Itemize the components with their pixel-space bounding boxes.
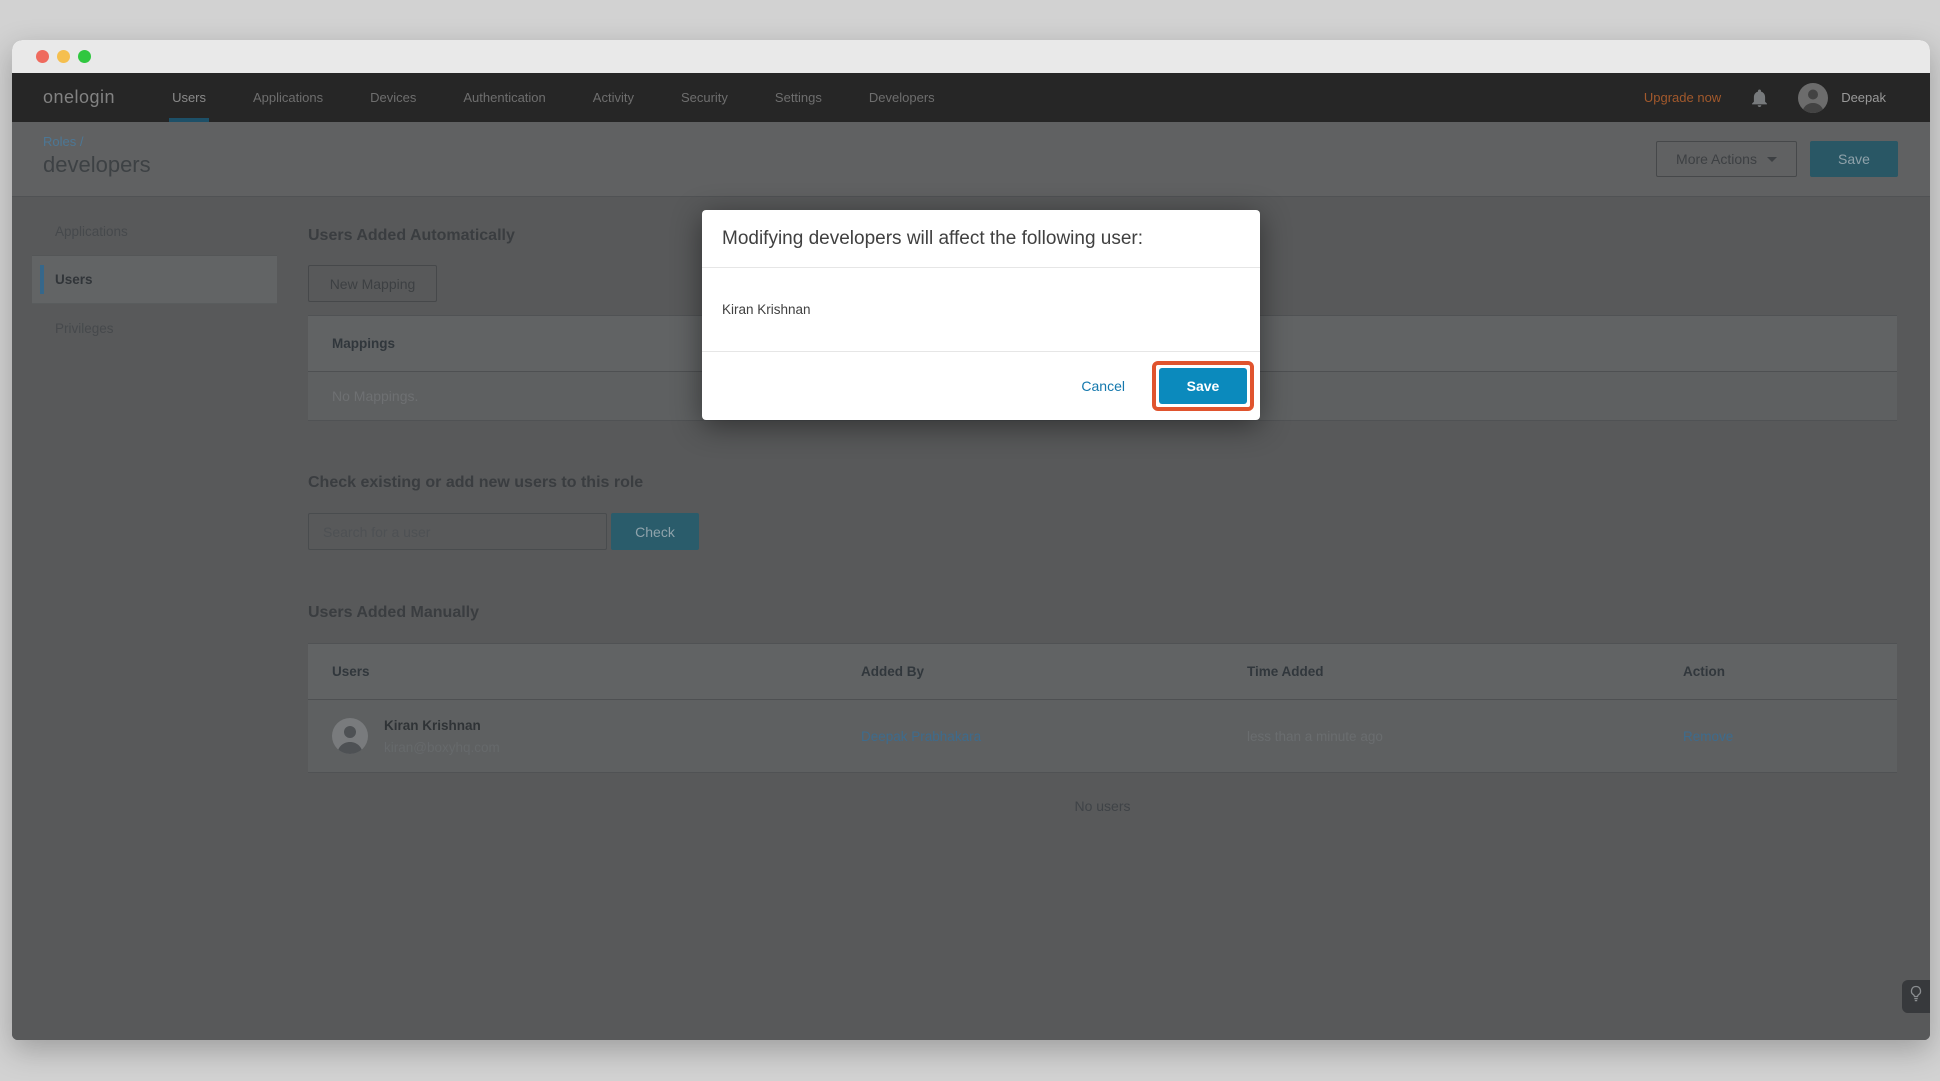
minimize-window-button[interactable] <box>57 50 70 63</box>
modal-title: Modifying developers will affect the fol… <box>722 228 1143 250</box>
check-button[interactable]: Check <box>611 513 699 550</box>
nav-item-developers[interactable]: Developers <box>866 73 938 122</box>
modal-cancel-button[interactable]: Cancel <box>1081 378 1125 394</box>
users-added-automatically-heading: Users Added Automatically <box>308 227 515 245</box>
more-actions-button[interactable]: More Actions <box>1656 141 1797 177</box>
breadcrumb-roles-link[interactable]: Roles / <box>43 134 83 149</box>
page-title: developers <box>43 152 151 178</box>
row-user-name: Kiran Krishnan <box>384 718 500 733</box>
row-user-avatar-icon <box>332 718 368 754</box>
nav-item-activity[interactable]: Activity <box>590 73 637 122</box>
onelogin-logo: onelogin <box>43 87 115 108</box>
header-save-button[interactable]: Save <box>1810 141 1898 177</box>
close-window-button[interactable] <box>36 50 49 63</box>
users-added-manually-heading: Users Added Manually <box>308 604 479 622</box>
sidebar-item-users[interactable]: Users <box>32 256 277 304</box>
help-lightbulb-button[interactable] <box>1902 980 1930 1013</box>
more-actions-label: More Actions <box>1676 151 1757 167</box>
chevron-down-icon <box>1767 157 1777 162</box>
role-sidebar: Applications Users Privileges <box>32 208 277 352</box>
zoom-window-button[interactable] <box>78 50 91 63</box>
browser-window: onelogin Users Applications Devices Auth… <box>12 40 1930 1040</box>
modal-save-button[interactable]: Save <box>1159 368 1247 404</box>
notifications-bell-icon[interactable] <box>1751 89 1768 107</box>
column-header-action: Action <box>1683 664 1897 679</box>
navbar-right: Upgrade now Deepak <box>1644 83 1886 113</box>
row-user-email: kiran@boxyhq.com <box>384 740 500 755</box>
row-time-added: less than a minute ago <box>1247 729 1683 744</box>
top-navbar: onelogin Users Applications Devices Auth… <box>12 73 1930 122</box>
nav-item-devices[interactable]: Devices <box>367 73 419 122</box>
row-added-by-link[interactable]: Deepak Prabhakara <box>861 729 1247 744</box>
page-header: Roles / developers More Actions Save <box>12 122 1930 197</box>
nav-item-applications[interactable]: Applications <box>250 73 326 122</box>
column-header-added-by: Added By <box>861 664 1247 679</box>
window-titlebar <box>12 40 1930 73</box>
mappings-column-header: Mappings <box>308 336 395 351</box>
user-name-label: Deepak <box>1841 90 1886 105</box>
modal-affected-user: Kiran Krishnan <box>722 302 811 317</box>
lightbulb-icon <box>1909 985 1923 1008</box>
manual-users-table: Users Added By Time Added Action Kiran K… <box>308 643 1897 773</box>
nav-item-security[interactable]: Security <box>678 73 731 122</box>
nav-item-users[interactable]: Users <box>169 73 209 122</box>
check-users-heading: Check existing or add new users to this … <box>308 474 643 492</box>
no-users-text: No users <box>308 798 1897 814</box>
account-menu[interactable]: Deepak <box>1798 83 1886 113</box>
column-header-time-added: Time Added <box>1247 664 1683 679</box>
nav-item-authentication[interactable]: Authentication <box>460 73 548 122</box>
sidebar-item-applications[interactable]: Applications <box>32 208 277 256</box>
new-mapping-button[interactable]: New Mapping <box>308 265 437 302</box>
upgrade-now-link[interactable]: Upgrade now <box>1644 90 1721 105</box>
column-header-users: Users <box>308 664 861 679</box>
table-row: Kiran Krishnan kiran@boxyhq.com Deepak P… <box>308 700 1897 772</box>
save-annotation-highlight: Save <box>1152 361 1254 411</box>
nav-menu: Users Applications Devices Authenticatio… <box>169 73 938 122</box>
nav-item-settings[interactable]: Settings <box>772 73 825 122</box>
row-remove-link[interactable]: Remove <box>1683 729 1897 744</box>
confirm-modal: Modifying developers will affect the fol… <box>702 210 1260 420</box>
sidebar-item-privileges[interactable]: Privileges <box>32 304 277 352</box>
user-avatar-icon <box>1798 83 1828 113</box>
search-user-input[interactable] <box>308 513 607 550</box>
